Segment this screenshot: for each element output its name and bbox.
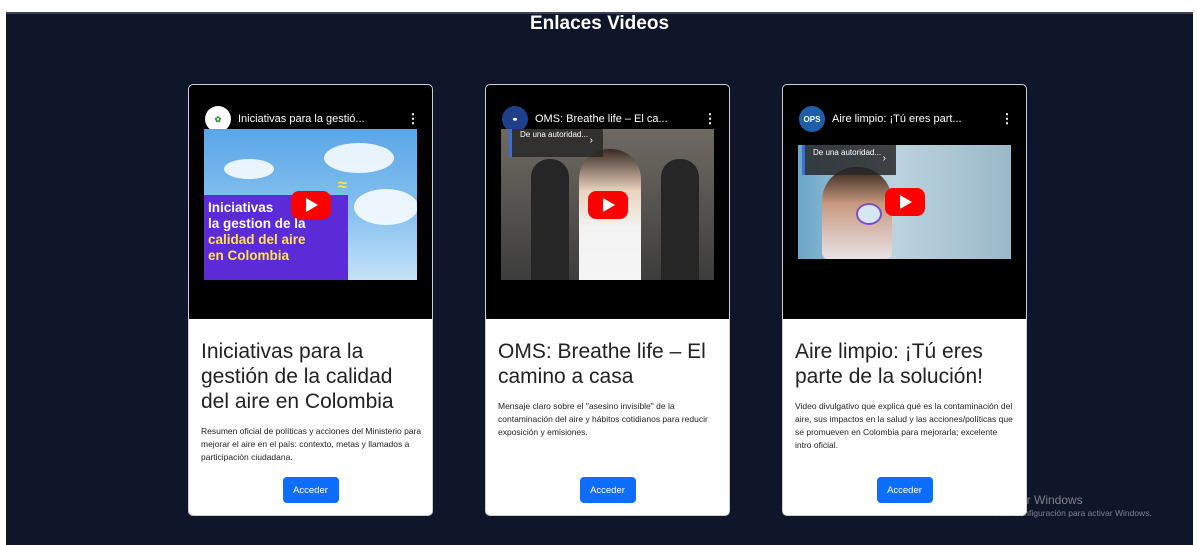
video-thumbnail-2[interactable]: De una autoridad... › xyxy=(501,129,714,280)
ops-logo-icon[interactable]: OPS xyxy=(799,106,825,132)
cloud-shape xyxy=(224,159,274,179)
video-embed-3[interactable]: OPS Aire limpio: ¡Tú eres part... ⋮ De u… xyxy=(783,85,1026,319)
more-options-icon[interactable]: ⋮ xyxy=(703,111,717,127)
play-triangle-icon xyxy=(900,195,912,209)
video-header-3: OPS Aire limpio: ¡Tú eres part... ⋮ xyxy=(799,105,1014,133)
card-title-3: Aire limpio: ¡Tú eres parte de la soluci… xyxy=(795,340,983,388)
info-chip-2[interactable]: De una autoridad... › xyxy=(509,129,603,157)
chevron-right-icon: › xyxy=(882,153,886,164)
card-description-3: Video divulgativo que explica qué es la … xyxy=(795,401,1013,450)
acceder-button-1[interactable]: Acceder xyxy=(282,477,339,503)
card-title-1: Iniciativas para la gestión de la calida… xyxy=(201,340,394,413)
oxygen-mask-shape xyxy=(856,203,882,225)
cloud-shape xyxy=(324,143,394,173)
card-body-1: Iniciativas para la gestión de la calida… xyxy=(201,339,422,464)
thumbnail-text-line: la gestion de la xyxy=(208,216,306,231)
video-embed-1[interactable]: ✿ Iniciativas para la gestió... ⋮ ≈ Inic… xyxy=(189,85,432,319)
background-figure xyxy=(531,159,569,280)
page-title: Enlaces Videos xyxy=(529,13,670,34)
wind-icon: ≈ xyxy=(338,177,347,194)
card-title-2: OMS: Breathe life – El camino a casa xyxy=(498,340,706,388)
card-body-2: OMS: Breathe life – El camino a casa Men… xyxy=(498,339,719,439)
play-triangle-icon xyxy=(603,197,615,212)
cloud-shape xyxy=(354,189,417,225)
channel-badge-text: OPS xyxy=(803,114,821,124)
acceder-button-3[interactable]: Acceder xyxy=(876,477,933,503)
chevron-right-icon: › xyxy=(589,135,593,146)
video-title-3[interactable]: Aire limpio: ¡Tú eres part... xyxy=(832,113,994,125)
play-button-icon[interactable] xyxy=(290,190,331,219)
card-description-2: Mensaje claro sobre el "asesino invisibl… xyxy=(498,401,708,437)
video-card-1: ✿ Iniciativas para la gestió... ⋮ ≈ Inic… xyxy=(188,84,433,516)
video-thumbnail-1[interactable]: ≈ Iniciativas la gestion de la calidad d… xyxy=(204,129,417,280)
play-button-icon[interactable] xyxy=(884,188,925,216)
more-options-icon[interactable]: ⋮ xyxy=(406,111,420,127)
page: Enlaces Videos ✿ Iniciativas para la ges… xyxy=(6,12,1193,545)
video-embed-2[interactable]: ⚭ OMS: Breathe life – El ca... ⋮ De una … xyxy=(486,85,729,319)
video-card-3: OPS Aire limpio: ¡Tú eres part... ⋮ De u… xyxy=(782,84,1027,516)
video-thumbnail-3[interactable]: De una autoridad... › xyxy=(798,145,1011,259)
play-triangle-icon xyxy=(306,197,318,212)
card-description-1: Resumen oficial de políticas y acciones … xyxy=(201,426,422,462)
acceder-button-2[interactable]: Acceder xyxy=(579,477,636,503)
thumbnail-text-line: en Colombia xyxy=(208,248,290,263)
watermark-title: Activar Windows xyxy=(994,493,1083,507)
chip-text: De una autoridad... xyxy=(813,148,882,157)
background-figure xyxy=(661,159,699,280)
chip-text: De una autoridad... xyxy=(520,130,589,139)
thumbnail-text-line: calidad del aire xyxy=(208,232,306,247)
watermark-subtitle: Ve a Configuración para activar Windows. xyxy=(994,508,1152,518)
windows-activation-watermark: Activar Windows Ve a Configuración para … xyxy=(994,494,1152,520)
play-button-icon[interactable] xyxy=(587,190,628,219)
more-options-icon[interactable]: ⋮ xyxy=(1000,111,1014,127)
info-chip-3[interactable]: De una autoridad... › xyxy=(802,145,896,175)
video-title-1[interactable]: Iniciativas para la gestió... xyxy=(238,113,400,125)
video-title-2[interactable]: OMS: Breathe life – El ca... xyxy=(535,113,697,125)
card-body-3: Aire limpio: ¡Tú eres parte de la soluci… xyxy=(795,339,1016,452)
video-card-2: ⚭ OMS: Breathe life – El ca... ⋮ De una … xyxy=(485,84,730,516)
